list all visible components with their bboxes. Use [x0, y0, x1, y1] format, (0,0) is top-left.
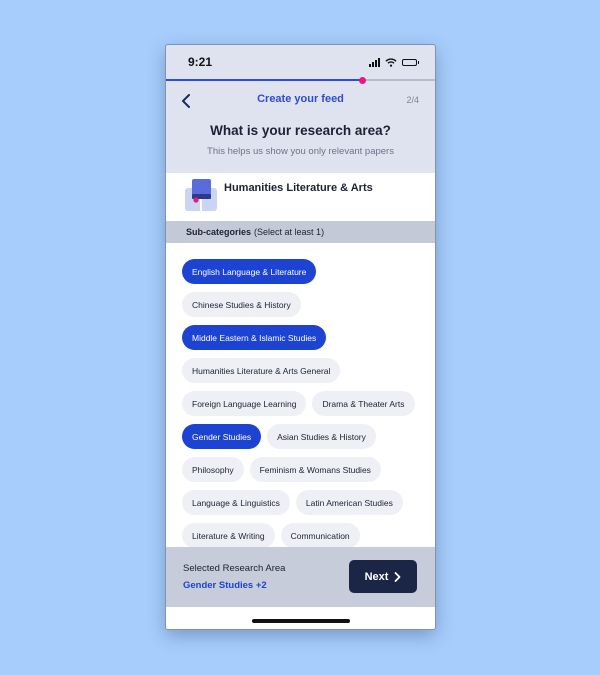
- subcategory-chip-list: English Language & Literature Chinese St…: [166, 243, 435, 547]
- status-bar: 9:21: [166, 45, 435, 79]
- selected-area-label: Selected Research Area: [183, 563, 286, 574]
- selection-footer: Selected Research Area Gender Studies +2…: [166, 547, 435, 607]
- next-button[interactable]: Next: [349, 560, 417, 593]
- book-icon: [185, 179, 217, 212]
- onboarding-progress-bar: [166, 76, 435, 84]
- question-subtitle: This helps us show you only relevant pap…: [207, 146, 394, 157]
- subcategory-chip[interactable]: Latin American Studies: [295, 490, 403, 515]
- progress-fill: [166, 79, 363, 81]
- subcategory-chip[interactable]: Asian Studies & History: [267, 424, 376, 449]
- subcategory-chip[interactable]: Feminism & Womans Studies: [249, 457, 381, 482]
- step-counter: 2/4: [406, 95, 419, 105]
- home-bar-area: [166, 607, 435, 629]
- subcategories-heading: Sub-categories: [186, 227, 252, 237]
- question-title: What is your research area?: [210, 123, 391, 138]
- subcategory-chip[interactable]: Chinese Studies & History: [182, 292, 301, 317]
- subcategory-chip[interactable]: Drama & Theater Arts: [312, 391, 415, 416]
- subcategory-chip[interactable]: Language & Linguistics: [182, 490, 290, 515]
- status-icons: [369, 57, 419, 67]
- subcategory-chip[interactable]: Humanities Literature & Arts General: [182, 358, 341, 383]
- subcategory-chip[interactable]: English Language & Literature: [182, 259, 317, 284]
- next-button-label: Next: [364, 570, 389, 583]
- subcategory-chip[interactable]: Literature & Writing: [182, 523, 275, 547]
- phone-screen: 9:21 Create your feed 2/4 What is your r…: [166, 45, 435, 629]
- page-title: Create your feed: [257, 93, 344, 105]
- wifi-icon: [385, 57, 397, 67]
- research-area-name: Humanities Literature & Arts: [224, 182, 373, 194]
- subcategory-chip[interactable]: Communication: [280, 523, 360, 547]
- subcategory-chip[interactable]: Gender Studies: [182, 424, 262, 449]
- subcategory-chip[interactable]: Foreign Language Learning: [182, 391, 307, 416]
- selected-area-value[interactable]: Gender Studies +2: [183, 580, 267, 591]
- subcategories-hint: (Select at least 1): [254, 227, 325, 237]
- status-time: 9:21: [188, 55, 213, 69]
- subcategory-chip[interactable]: Middle Eastern & Islamic Studies: [182, 325, 327, 350]
- subcategories-header: Sub-categories (Select at least 1): [166, 221, 435, 243]
- battery-icon: [402, 58, 419, 66]
- research-area-card: Humanities Literature & Arts: [166, 173, 435, 221]
- signal-icon: [369, 57, 380, 67]
- home-indicator[interactable]: [252, 619, 350, 623]
- subcategory-chip[interactable]: Philosophy: [182, 457, 244, 482]
- chevron-right-icon: [395, 571, 401, 582]
- nav-bar: Create your feed 2/4: [166, 91, 435, 111]
- progress-indicator-dot: [358, 76, 366, 84]
